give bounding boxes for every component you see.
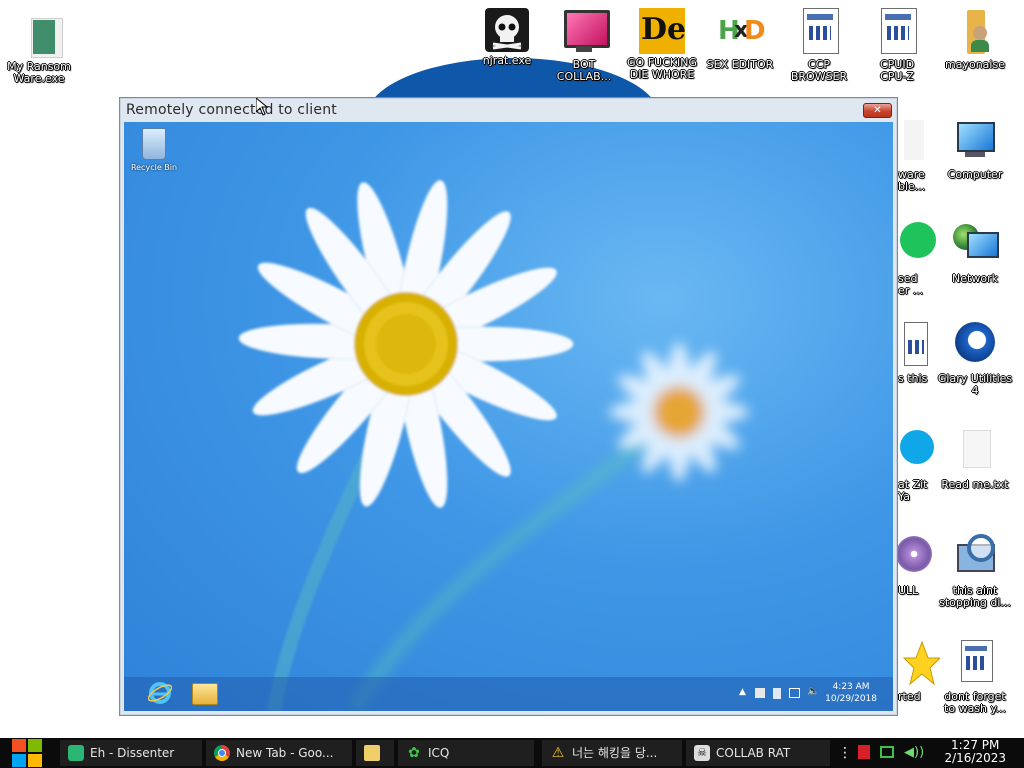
desktop-icon-readme[interactable]: Read me.txt <box>937 428 1013 491</box>
action-center-icon[interactable] <box>755 688 765 698</box>
wallpaper-daisy <box>238 180 749 711</box>
recycle-bin-label: Recycle Bin <box>130 163 178 172</box>
desktop-icon-network[interactable]: Network <box>937 222 1013 285</box>
desktop-icon-label: Read me.txt <box>941 479 1009 491</box>
desktop-icon-label: Network <box>952 273 998 285</box>
document-icon <box>873 8 921 56</box>
remote-clock[interactable]: 4:23 AM 10/29/2018 <box>825 681 877 705</box>
icq-flower-icon: ✿ <box>408 745 420 761</box>
taskbar-item-file-explorer[interactable] <box>356 740 394 766</box>
flag-icon[interactable] <box>858 745 870 759</box>
document-icon <box>951 640 999 688</box>
desktop-icon-die[interactable]: De GO FUCKING DIE WHORE <box>624 8 700 81</box>
hxd-icon: H x D <box>718 16 766 46</box>
desktop-icon-ccp-browser[interactable]: CCP BROWSER <box>781 8 857 83</box>
taskbar-item-label: 너는 해킹을 당... <box>572 746 658 760</box>
desktop-icon-computer[interactable]: Computer <box>937 118 1013 181</box>
overflow-icon[interactable]: ⋮ <box>838 744 852 762</box>
desktop-icon-label: CPUID CPU-Z <box>879 59 915 83</box>
dissenter-icon <box>68 745 84 761</box>
recycle-bin-icon <box>142 128 166 160</box>
desktop-icon-label: CCP BROWSER <box>790 59 848 83</box>
desktop-icon-label: GO FUCKING DIE WHORE <box>627 57 697 81</box>
close-button[interactable]: ✕ <box>863 103 892 118</box>
desktop-icon-njrat[interactable]: njrat.exe <box>469 8 545 67</box>
glary-icon <box>951 322 999 370</box>
taskbar-item-label: COLLAB RAT <box>716 746 791 760</box>
taskbar-item-dissenter[interactable]: Eh - Dissenter <box>60 740 202 766</box>
desktop-icon-label: dont forget to wash y... <box>944 691 1006 715</box>
chevron-up-icon[interactable]: ▲ <box>739 687 746 697</box>
magnifier-computer-icon <box>951 534 999 582</box>
monitor-icon <box>560 8 610 56</box>
taskbar-item-chrome[interactable]: New Tab - Goo... <box>206 740 352 766</box>
clock[interactable]: 1:27 PM 2/16/2023 <box>944 739 1006 765</box>
computer-icon <box>951 118 999 166</box>
desktop-icon-label: SEX EDITOR <box>706 59 774 71</box>
system-tray: ▲ 🔈 <box>739 686 823 700</box>
desktop-icon-hex-editor[interactable]: H x D SEX EDITOR <box>702 8 778 71</box>
start-button[interactable] <box>10 738 44 768</box>
document-icon <box>795 8 843 56</box>
recycle-bin-shortcut[interactable]: Recycle Bin <box>128 128 180 172</box>
file-explorer-icon[interactable] <box>192 683 218 705</box>
volume-icon[interactable]: 🔈 <box>807 686 819 697</box>
taskbar-item-collab-rat[interactable]: ☠ COLLAB RAT <box>686 740 830 766</box>
skull-icon: ☠ <box>694 745 710 761</box>
warning-icon: ⚠ <box>551 745 565 761</box>
internet-explorer-icon[interactable] <box>147 681 173 705</box>
network-tray-icon[interactable] <box>789 688 800 698</box>
remote-clock-date: 10/29/2018 <box>825 694 877 704</box>
windows-logo-icon <box>12 739 42 767</box>
skull-icon <box>485 8 529 52</box>
desktop-icon-label: BOT COLLAB... <box>556 59 612 83</box>
mouse-cursor-icon <box>255 96 269 120</box>
remote-taskbar: ▲ 🔈 4:23 AM 10/29/2018 <box>124 677 893 711</box>
user-folder-icon <box>951 8 999 56</box>
desktop-icon-cpuz[interactable]: CPUID CPU-Z <box>859 8 935 83</box>
desktop-icon-ransomware[interactable]: My Ransom Ware.exe <box>1 10 77 85</box>
desktop-icon-label: My Ransom Ware.exe <box>7 61 71 85</box>
desktop-icon-stopping[interactable]: this aint stopping di... <box>937 534 1013 609</box>
taskbar-item-icq[interactable]: ✿ ICQ <box>398 740 534 766</box>
window-title: Remotely connected to client <box>126 102 337 118</box>
die-icon: De <box>639 8 686 54</box>
volume-icon[interactable]: ◀)) <box>904 744 924 762</box>
desktop-icon-glary[interactable]: Glary Utilities 4 <box>937 322 1013 397</box>
system-tray: ⋮ ◀)) <box>836 744 926 762</box>
text-file-icon <box>951 428 999 476</box>
desktop-icon-label: njrat.exe <box>482 55 532 67</box>
remote-screen[interactable]: Recycle Bin ▲ 🔈 4:23 AM 10/29/2018 <box>124 122 893 711</box>
remote-desktop-window[interactable]: Remotely connected to client ✕ Recycle B… <box>119 97 898 716</box>
taskbar: Eh - Dissenter New Tab - Goo... ✿ ICQ ⚠ … <box>0 738 1024 768</box>
desktop-icon-label: Glary Utilities 4 <box>937 373 1013 397</box>
folder-icon <box>364 745 380 761</box>
desktop-icon-bot-collab[interactable]: BOT COLLAB... <box>546 8 622 83</box>
taskbar-item-label: ICQ <box>428 746 450 760</box>
remote-clock-time: 4:23 AM <box>832 682 870 692</box>
clock-date: 2/16/2023 <box>944 751 1006 765</box>
power-icon[interactable] <box>773 688 781 699</box>
chrome-icon <box>214 745 230 761</box>
desktop-icon-label: mayonaise <box>945 59 1005 71</box>
network-icon <box>951 222 999 270</box>
ransomware-icon <box>15 10 63 58</box>
taskbar-item-warning[interactable]: ⚠ 너는 해킹을 당... <box>542 740 682 766</box>
desktop-icon-mayonaise[interactable]: mayonaise <box>937 8 1013 71</box>
taskbar-item-label: New Tab - Goo... <box>236 746 334 760</box>
desktop-icon-label: this aint stopping di... <box>939 585 1011 609</box>
desktop-icon-label: Computer <box>947 169 1003 181</box>
network-icon[interactable] <box>880 746 894 758</box>
taskbar-item-label: Eh - Dissenter <box>90 746 175 760</box>
desktop-icon-wash[interactable]: dont forget to wash y... <box>937 640 1013 715</box>
